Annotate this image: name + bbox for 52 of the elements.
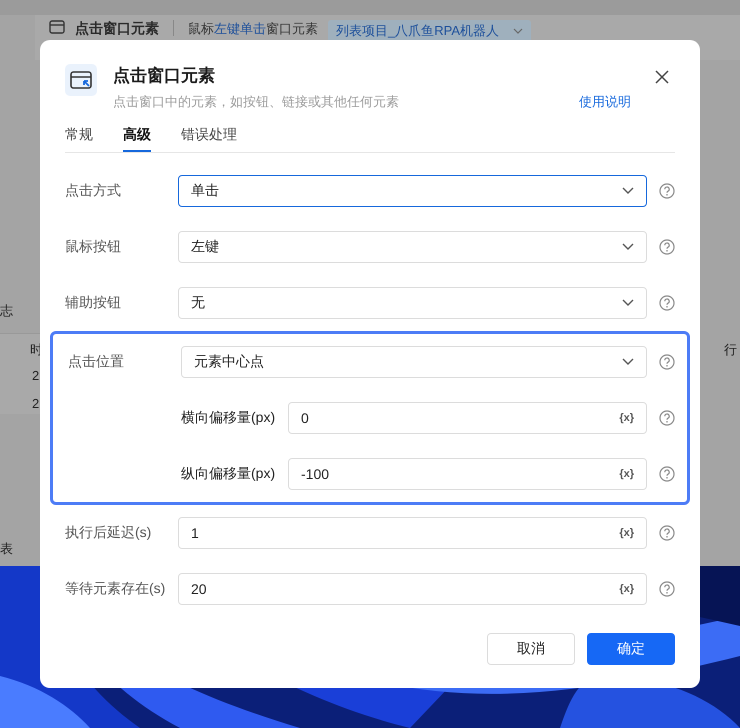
help-icon[interactable] — [659, 581, 675, 597]
field-label: 点击方式 — [65, 182, 122, 200]
dropdown[interactable]: 单击 — [178, 175, 647, 207]
field-label: 辅助按钮 — [65, 294, 122, 312]
variable-button[interactable]: {x} — [619, 468, 634, 480]
variable-button[interactable]: {x} — [619, 583, 634, 595]
chevron-down-icon — [622, 243, 634, 251]
close-icon[interactable] — [655, 70, 669, 84]
input-field[interactable]: -100 {x} — [288, 458, 647, 490]
help-icon[interactable] — [659, 183, 675, 199]
window-icon — [49, 20, 65, 34]
variable-button[interactable]: {x} — [619, 412, 634, 424]
window-click-icon — [65, 64, 97, 96]
help-icon[interactable] — [659, 354, 675, 370]
help-icon[interactable] — [659, 295, 675, 311]
confirm-button[interactable]: 确定 — [587, 633, 675, 665]
tab[interactable]: 高级 — [123, 125, 151, 152]
tab[interactable]: 常规 — [65, 125, 93, 152]
tab-label[interactable]: 志 — [0, 302, 13, 320]
dialog-title: 点击窗口元素 — [113, 65, 216, 87]
help-icon[interactable] — [659, 410, 675, 426]
chevron-down-icon — [622, 358, 634, 366]
tab-label[interactable]: 表 — [0, 540, 13, 558]
column-header: 行 — [724, 341, 737, 359]
tag[interactable]: 列表项目_八爪鱼RPA机器人 — [328, 20, 531, 42]
input-field[interactable]: 0 {x} — [288, 402, 647, 434]
chevron-down-icon — [513, 28, 523, 34]
help-link[interactable]: 使用说明 — [579, 93, 631, 111]
variable-button[interactable]: {x} — [619, 527, 634, 539]
field-label: 执行后延迟(s) — [65, 524, 152, 542]
help-icon[interactable] — [659, 239, 675, 255]
help-icon[interactable] — [659, 525, 675, 541]
field-label: 点击位置 — [68, 353, 125, 371]
chevron-down-icon — [622, 299, 634, 307]
header-description: 鼠标左键单击窗口元素 — [188, 20, 318, 38]
dialog-subtitle: 点击窗口中的元素，如按钮、链接或其他任何元素 — [113, 93, 399, 111]
input-field[interactable]: 20 {x} — [178, 573, 647, 605]
field-label: 鼠标按钮 — [65, 238, 122, 256]
cancel-button[interactable]: 取消 — [487, 633, 575, 665]
chevron-down-icon — [622, 187, 634, 195]
dropdown[interactable]: 左键 — [178, 231, 647, 263]
help-icon[interactable] — [659, 466, 675, 482]
header-title: 点击窗口元素 — [75, 20, 159, 38]
table-cell: 2 — [32, 396, 40, 411]
tab[interactable]: 错误处理 — [181, 125, 237, 152]
table-cell: 2 — [32, 368, 40, 383]
field-label: 横向偏移量(px) — [181, 409, 276, 427]
field-label: 等待元素存在(s) — [65, 580, 166, 598]
dropdown[interactable]: 元素中心点 — [181, 346, 647, 378]
dropdown[interactable]: 无 — [178, 287, 647, 319]
field-label: 纵向偏移量(px) — [181, 465, 276, 483]
input-field[interactable]: 1 {x} — [178, 517, 647, 549]
